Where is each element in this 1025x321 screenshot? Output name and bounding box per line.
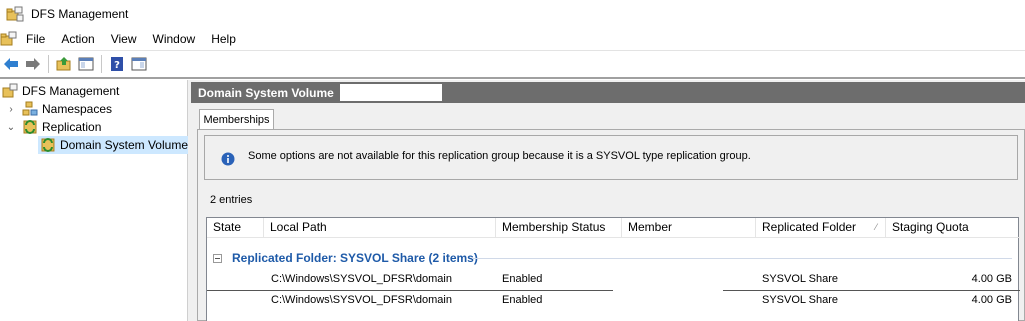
tree-label: Domain System Volume [59,138,188,152]
column-header-local-path[interactable]: Local Path [264,218,496,238]
show-hide-tree-icon [78,57,94,71]
replication-icon [23,120,37,134]
info-message: Some options are not available for this … [248,150,751,162]
pane-title-field [339,84,442,101]
group-header[interactable]: Replicated Folder: SYSVOL Share (2 items… [207,248,1020,268]
forward-arrow-icon [26,58,40,70]
sort-ascending-icon: ⁄ [875,222,877,232]
list-header: State Local Path Membership Status Membe… [207,218,1020,238]
tree-item-namespaces[interactable]: › Namespaces [6,100,112,118]
tree-label: Namespaces [42,102,113,116]
tree-item-domain-system-volume[interactable]: Domain System Volume [38,136,188,154]
group-label: Replicated Folder: SYSVOL Share (2 items… [232,251,478,265]
tree-label: Replication [42,120,102,134]
collapse-icon[interactable] [213,253,222,263]
table-row[interactable]: C:\Windows\SYSVOL_DFSR\domain Enabled SY… [207,291,1020,312]
back-button[interactable] [0,53,22,75]
title-bar: DFS Management [0,0,1025,28]
help-button[interactable]: ? [106,53,128,75]
help-icon: ? [111,57,123,71]
cell-membership-status: Enabled [502,294,543,306]
pane-header: Domain System Volume [191,82,1025,103]
cell-membership-status: Enabled [502,273,543,285]
cell-staging-quota: 4.00 GB [971,273,1012,285]
menu-view[interactable]: View [103,29,145,49]
show-hide-action-pane-button[interactable] [128,53,150,75]
cell-staging-quota: 4.00 GB [971,294,1012,306]
table-row[interactable]: C:\Windows\SYSVOL_DFSR\domain Enabled SY… [207,270,1020,291]
menu-window[interactable]: Window [145,29,204,49]
column-header-member[interactable]: Member [622,218,756,238]
results-pane: Domain System Volume Memberships Some op… [191,80,1025,321]
replication-group-icon [41,138,55,152]
toolbar-divider [0,77,1025,79]
entries-count: 2 entries [210,194,253,206]
tree-item-replication[interactable]: ⌄ Replication [6,118,102,136]
tree-label: DFS Management [22,84,120,98]
tab-memberships[interactable]: Memberships [199,109,274,130]
menu-file[interactable]: File [18,29,53,49]
menu-action[interactable]: Action [53,29,102,49]
column-label: Replicated Folder [762,220,857,234]
cell-replicated-folder: SYSVOL Share [762,294,839,306]
menu-bar: File Action View Window Help [0,29,1025,49]
console-tree: DFS Management › Namespaces ⌄ Replicatio… [0,80,188,321]
forward-button[interactable] [22,53,44,75]
cell-local-path: C:\Windows\SYSVOL_DFSR\domain [271,273,452,285]
window-title: DFS Management [31,7,129,21]
show-hide-action-pane-icon [131,57,147,71]
info-bar: Some options are not available for this … [204,135,1018,180]
toolbar-separator [48,55,49,73]
toolbar-separator [101,55,102,73]
group-separator [472,258,1012,259]
cell-replicated-folder: SYSVOL Share [762,273,839,285]
column-header-staging-quota[interactable]: Staging Quota [886,218,1020,238]
show-hide-console-tree-button[interactable] [75,53,97,75]
dfs-management-icon [6,6,24,22]
cell-local-path: C:\Windows\SYSVOL_DFSR\domain [271,294,452,306]
up-folder-icon [56,57,71,71]
menu-help[interactable]: Help [203,29,244,49]
namespaces-icon [22,101,38,116]
column-header-state[interactable]: State [207,218,264,238]
back-arrow-icon [4,58,18,70]
toolbar: ? [0,50,1025,77]
up-one-level-button[interactable] [53,53,75,75]
svg-text:?: ? [114,60,120,71]
dfs-management-icon [2,83,18,98]
chevron-right-icon[interactable]: › [6,104,16,115]
pane-title: Domain System Volume [198,85,334,100]
tree-item-dfs-management[interactable]: DFS Management [2,82,119,100]
memberships-list: State Local Path Membership Status Membe… [206,217,1020,321]
memberships-panel: Some options are not available for this … [197,129,1025,321]
chevron-down-icon[interactable]: ⌄ [6,122,16,133]
column-header-replicated-folder[interactable]: Replicated Folder ⁄ [756,218,886,238]
window-menu-icon[interactable] [0,31,18,47]
info-icon [221,152,235,166]
column-header-membership-status[interactable]: Membership Status [496,218,622,238]
